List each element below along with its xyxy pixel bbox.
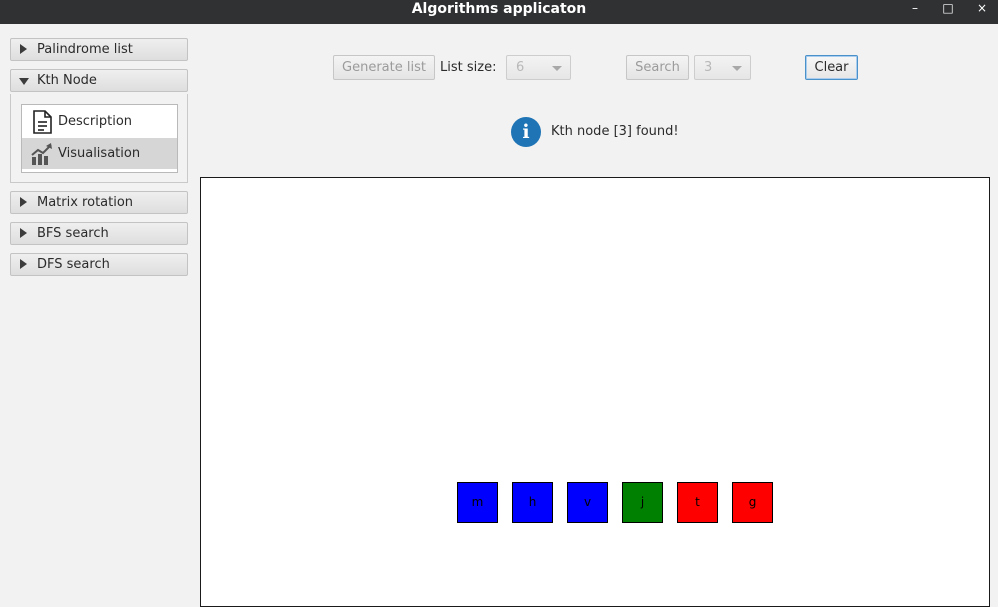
sidebar-item-dfs-search[interactable]: DFS search <box>10 253 188 276</box>
close-icon[interactable]: × <box>973 0 991 18</box>
title-bar: Algorithms applicaton – □ × <box>0 0 998 24</box>
node-label: v <box>583 495 592 509</box>
status-message: Kth node [3] found! <box>551 124 679 139</box>
list-node: m <box>457 482 498 523</box>
sidebar-item-label: BFS search <box>37 226 109 241</box>
chevron-right-icon <box>20 259 27 269</box>
chevron-right-icon <box>20 44 27 54</box>
chevron-right-icon <box>20 197 27 207</box>
list-item-description[interactable]: Description <box>22 106 177 137</box>
document-icon <box>33 110 52 134</box>
node-label: m <box>471 495 484 509</box>
chevron-right-icon <box>20 228 27 238</box>
list-node: j <box>622 482 663 523</box>
list-item-visualisation[interactable]: Visualisation <box>22 138 177 169</box>
info-icon: i <box>511 117 541 147</box>
list-node: t <box>677 482 718 523</box>
list-size-value: 6 <box>516 60 525 75</box>
list-node: g <box>732 482 773 523</box>
sidebar-item-label: Matrix rotation <box>37 195 134 210</box>
window-title: Algorithms applicaton <box>411 1 587 17</box>
sidebar-item-label: Palindrome list <box>37 42 133 57</box>
chevron-down-icon <box>552 66 562 71</box>
kth-node-list: Description Visualisation <box>21 104 178 173</box>
sidebar-item-label: Kth Node <box>37 73 97 88</box>
chart-line-icon <box>31 143 52 165</box>
search-button[interactable]: Search <box>626 55 689 80</box>
visualisation-canvas: m h v j t g <box>200 177 990 607</box>
node-label: t <box>695 495 700 509</box>
list-size-label: List size: <box>440 60 497 75</box>
search-index-value: 3 <box>704 60 713 75</box>
list-node: h <box>512 482 553 523</box>
node-label: h <box>528 495 537 509</box>
list-size-select[interactable]: 6 <box>506 55 571 80</box>
node-label: j <box>640 495 645 509</box>
list-item-label: Visualisation <box>58 146 141 161</box>
sidebar-item-label: DFS search <box>37 257 110 272</box>
sidebar-item-matrix-rotation[interactable]: Matrix rotation <box>10 191 188 214</box>
minimize-icon[interactable]: – <box>906 0 924 18</box>
search-index-select[interactable]: 3 <box>694 55 751 80</box>
generate-list-button[interactable]: Generate list <box>333 55 435 80</box>
chevron-down-icon <box>732 66 742 71</box>
list-item-label: Description <box>58 114 133 129</box>
clear-button[interactable]: Clear <box>805 55 858 80</box>
list-node: v <box>567 482 608 523</box>
chevron-down-icon <box>19 78 29 85</box>
sidebar-item-palindrome-list[interactable]: Palindrome list <box>10 38 188 61</box>
maximize-icon[interactable]: □ <box>939 0 957 18</box>
node-label: g <box>748 495 757 509</box>
sidebar-item-kth-node[interactable]: Kth Node <box>10 69 188 92</box>
sidebar-item-bfs-search[interactable]: BFS search <box>10 222 188 245</box>
